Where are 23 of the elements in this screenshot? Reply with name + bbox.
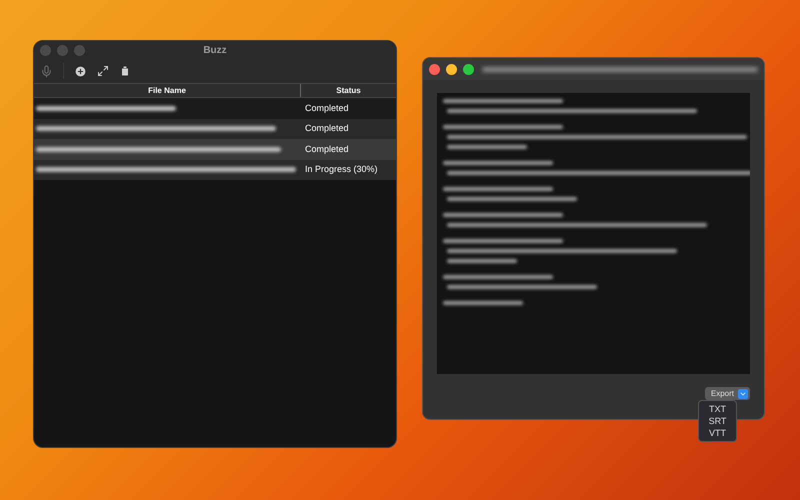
add-icon[interactable] [74, 64, 87, 78]
window-title: Buzz [203, 44, 227, 58]
menu-item[interactable]: VTT [709, 427, 726, 439]
file-row[interactable]: Completed [34, 118, 396, 139]
window-control-icon[interactable] [429, 64, 440, 74]
window-control-icon[interactable] [446, 64, 457, 74]
export-button[interactable]: Export [704, 387, 750, 400]
blurred-text [447, 259, 517, 263]
file-row[interactable]: In Progress (30%) [34, 160, 396, 180]
file-row[interactable]: Completed [34, 98, 396, 118]
file-row[interactable]: Completed [34, 139, 396, 160]
trash-icon[interactable] [119, 65, 131, 77]
window-control-icon[interactable] [463, 64, 474, 74]
menu-item[interactable]: SRT [708, 415, 726, 427]
column-header[interactable]: Status [301, 84, 396, 97]
status-text: Completed [304, 142, 349, 156]
status-text: In Progress (30%) [304, 163, 378, 176]
menu-item[interactable]: TXT [709, 403, 726, 415]
microphone-icon[interactable] [40, 64, 53, 78]
status-text: Completed [304, 122, 349, 135]
column-header[interactable]: File Name [34, 84, 301, 97]
expand-icon[interactable] [97, 65, 109, 77]
status-text: Completed [304, 102, 349, 115]
